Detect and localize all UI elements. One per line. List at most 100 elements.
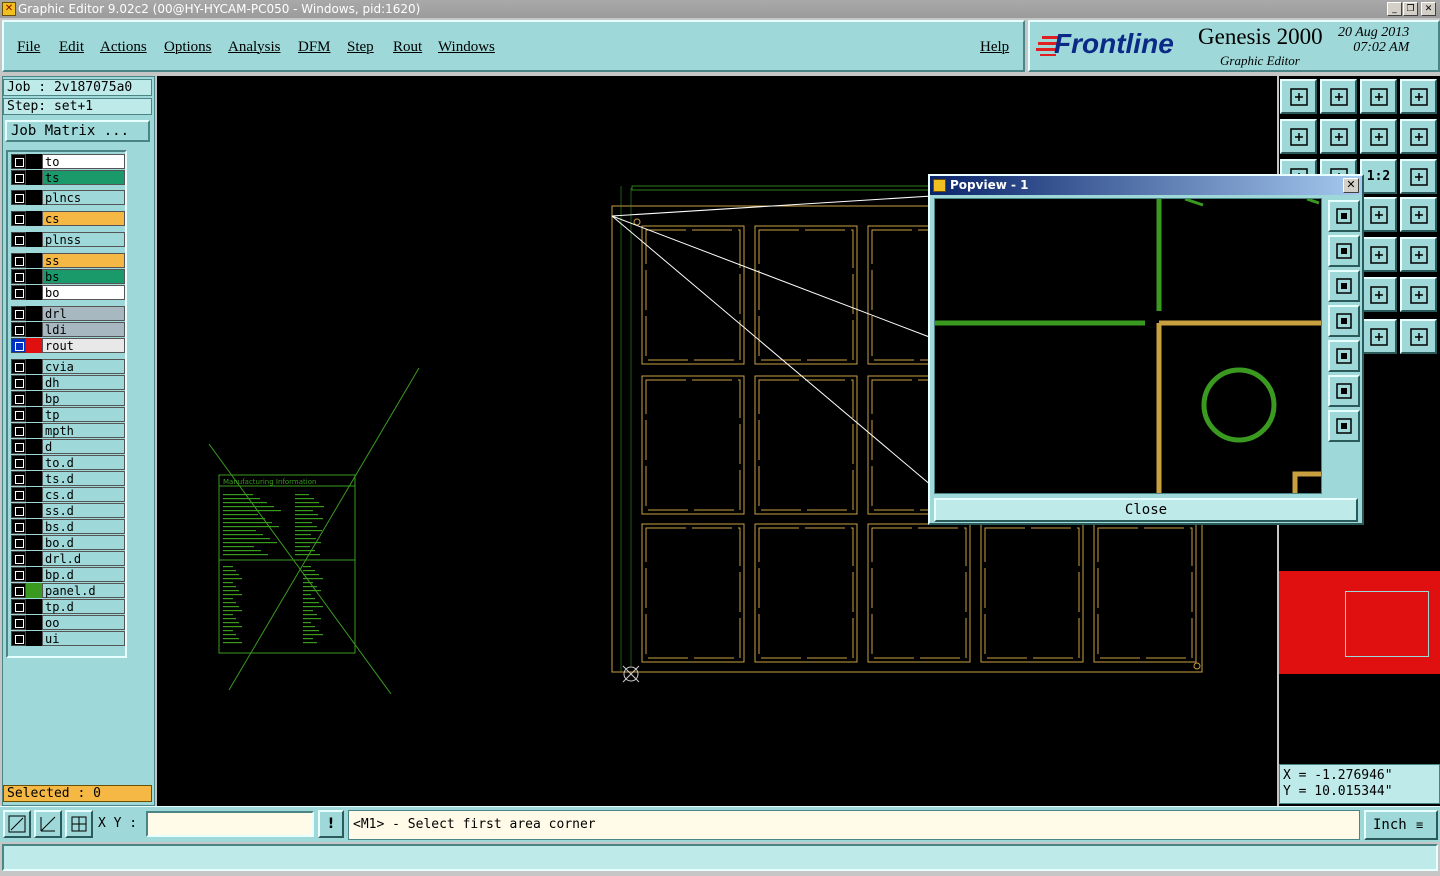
layer-row[interactable]: bo.d (10, 535, 125, 550)
layer-color-swatch[interactable] (26, 391, 42, 406)
menu-rout[interactable]: Rout (393, 39, 422, 56)
layer-row[interactable]: tp (10, 407, 125, 422)
layer-name[interactable]: drl (42, 306, 125, 321)
layer-name[interactable]: ui (42, 631, 125, 646)
layer-checkbox[interactable] (11, 338, 26, 353)
home-icon[interactable] (1360, 79, 1397, 114)
layer-name[interactable]: bs (42, 269, 125, 284)
layer-name[interactable]: plnss (42, 232, 125, 247)
layer-checkbox[interactable] (11, 423, 26, 438)
menu-options[interactable]: Options (164, 39, 212, 56)
layer-name[interactable]: bo (42, 285, 125, 300)
layer-color-swatch[interactable] (26, 551, 42, 566)
layer-checkbox[interactable] (11, 232, 26, 247)
layer-row[interactable]: bs.d (10, 519, 125, 534)
layer-row[interactable]: ts (10, 170, 125, 185)
pv-center-icon[interactable] (1328, 410, 1360, 442)
layer-checkbox[interactable] (11, 535, 26, 550)
layer-row[interactable]: ts.d (10, 471, 125, 486)
layer-row[interactable]: cvia (10, 359, 125, 374)
layer-name[interactable]: ss (42, 253, 125, 268)
layer-name[interactable]: oo (42, 615, 125, 630)
layer-color-swatch[interactable] (26, 253, 42, 268)
layer-checkbox[interactable] (11, 190, 26, 205)
layer-name[interactable]: to.d (42, 455, 125, 470)
pan-right-icon[interactable] (1320, 119, 1357, 154)
layer-checkbox[interactable] (11, 519, 26, 534)
layer-row[interactable]: dh (10, 375, 125, 390)
pv-zoom-in-icon[interactable] (1328, 235, 1360, 267)
redo-view-icon[interactable] (1400, 119, 1437, 154)
layer-color-swatch[interactable] (26, 439, 42, 454)
pv-pan-right-icon[interactable] (1328, 340, 1360, 372)
layer-color-swatch[interactable] (26, 322, 42, 337)
layer-color-swatch[interactable] (26, 519, 42, 534)
layer-row[interactable]: to (10, 154, 125, 169)
help-icon[interactable] (1400, 159, 1437, 194)
layer-color-swatch[interactable] (26, 615, 42, 630)
layer-name[interactable]: ss.d (42, 503, 125, 518)
layer-checkbox[interactable] (11, 487, 26, 502)
layer-name[interactable]: mpth (42, 423, 125, 438)
layer-row[interactable]: to.d (10, 455, 125, 470)
layer-name[interactable]: d (42, 439, 125, 454)
layer-color-swatch[interactable] (26, 599, 42, 614)
layer-row[interactable]: ldi (10, 322, 125, 337)
menu-actions[interactable]: Actions (100, 39, 147, 56)
menu-analysis[interactable]: Analysis (228, 39, 281, 56)
layer-color-swatch[interactable] (26, 375, 42, 390)
layer-row[interactable]: plnss (10, 232, 125, 247)
pv-zoom-out-icon[interactable] (1328, 270, 1360, 302)
layer-checkbox[interactable] (11, 269, 26, 284)
pad-icon[interactable] (1400, 237, 1437, 272)
layer-checkbox[interactable] (11, 455, 26, 470)
layer-name[interactable]: dh (42, 375, 125, 390)
measure-icon[interactable] (34, 810, 62, 838)
layer-color-swatch[interactable] (26, 338, 42, 353)
layer-color-swatch[interactable] (26, 269, 42, 284)
layer-row[interactable]: bp.d (10, 567, 125, 582)
layer-row[interactable]: rout (10, 338, 125, 353)
layer-checkbox[interactable] (11, 471, 26, 486)
layer-name[interactable]: cs.d (42, 487, 125, 502)
layer-color-swatch[interactable] (26, 567, 42, 582)
pv-pan-left-icon[interactable] (1328, 305, 1360, 337)
split-view-icon[interactable] (1400, 79, 1437, 114)
layer-color-swatch[interactable] (26, 471, 42, 486)
layer-row[interactable]: ui (10, 631, 125, 646)
layer-name[interactable]: tp (42, 407, 125, 422)
layer-checkbox[interactable] (11, 359, 26, 374)
layer-checkbox[interactable] (11, 551, 26, 566)
layer-name[interactable]: drl.d (42, 551, 125, 566)
layer-row[interactable]: tp.d (10, 599, 125, 614)
layer-row[interactable]: plncs (10, 190, 125, 205)
layer-color-swatch[interactable] (26, 154, 42, 169)
layer-checkbox[interactable] (11, 375, 26, 390)
layer-name[interactable]: bp (42, 391, 125, 406)
undo-view-icon[interactable] (1360, 119, 1397, 154)
layer-name[interactable]: bo.d (42, 535, 125, 550)
layer-color-swatch[interactable] (26, 455, 42, 470)
layer-checkbox[interactable] (11, 170, 26, 185)
layer-row[interactable]: bo (10, 285, 125, 300)
layer-row[interactable]: d (10, 439, 125, 454)
pv-zoom-fit-icon[interactable] (1328, 200, 1360, 232)
layer-name[interactable]: ldi (42, 322, 125, 337)
pan-left-icon[interactable] (1280, 119, 1317, 154)
layer-checkbox[interactable] (11, 439, 26, 454)
layer-checkbox[interactable] (11, 503, 26, 518)
layer-color-swatch[interactable] (26, 423, 42, 438)
layer-row[interactable]: cs (10, 211, 125, 226)
overview-map[interactable] (1279, 571, 1440, 674)
layer-name[interactable]: bs.d (42, 519, 125, 534)
snap-point-red-icon[interactable] (1400, 277, 1437, 312)
layer-checkbox[interactable] (11, 599, 26, 614)
layer-checkbox[interactable] (11, 154, 26, 169)
layer-checkbox[interactable] (11, 253, 26, 268)
layer-row[interactable]: mpth (10, 423, 125, 438)
layer-color-swatch[interactable] (26, 583, 42, 598)
zoom-home-icon[interactable] (1280, 79, 1317, 114)
snap-icon[interactable] (3, 810, 31, 838)
info-icon[interactable]: ! (318, 810, 344, 838)
menu-file[interactable]: File (17, 39, 40, 56)
